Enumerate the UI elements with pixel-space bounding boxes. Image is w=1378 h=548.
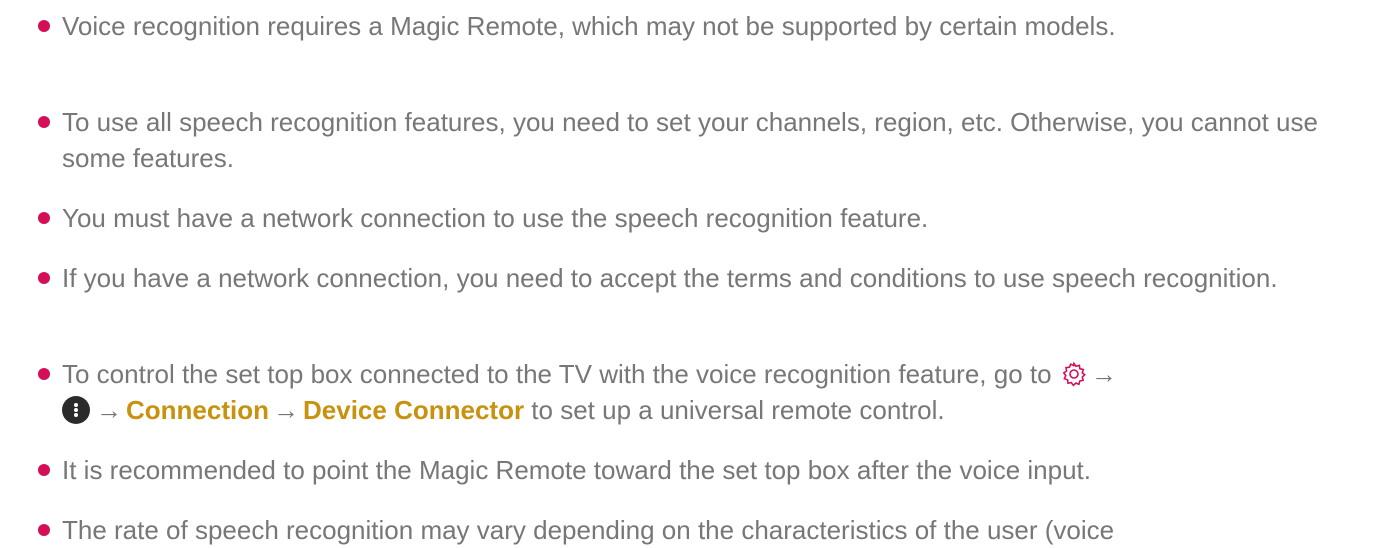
menu-path-device-connector: Device Connector [303, 395, 525, 425]
bullet [38, 212, 50, 224]
list-item: To use all speech recognition features, … [0, 104, 1378, 176]
list-item: If you have a network connection, you ne… [0, 260, 1318, 296]
note-text: The rate of speech recognition may vary … [62, 515, 1115, 545]
list-item: You must have a network connection to us… [0, 200, 968, 236]
list-item: The rate of speech recognition may vary … [0, 512, 1154, 548]
note-text: To control the set top box connected to … [62, 359, 1059, 389]
note-text: To use all speech recognition features, … [62, 107, 1318, 173]
note-text: If you have a network connection, you ne… [62, 263, 1278, 293]
menu-path-connection: Connection [126, 395, 269, 425]
list-item: To control the set top box connected to … [0, 356, 1161, 428]
list-item: Voice recognition requires a Magic Remot… [0, 8, 1156, 44]
note-text: It is recommended to point the Magic Rem… [62, 455, 1091, 485]
bullet [38, 272, 50, 284]
bullet [38, 464, 50, 476]
bullet [38, 116, 50, 128]
list-item: It is recommended to point the Magic Rem… [0, 452, 1131, 488]
note-text: You must have a network connection to us… [62, 203, 929, 233]
arrow-icon: → [96, 395, 122, 425]
arrow-icon: → [273, 395, 299, 425]
more-vertical-icon [62, 396, 90, 424]
gear-icon [1061, 360, 1087, 387]
arrow-icon: → [1090, 359, 1117, 389]
note-text: Voice recognition requires a Magic Remot… [62, 11, 1116, 41]
note-text: to set up a universal remote control. [524, 395, 945, 425]
bullet [38, 20, 50, 32]
bullet [38, 524, 50, 536]
bullet [38, 368, 50, 380]
